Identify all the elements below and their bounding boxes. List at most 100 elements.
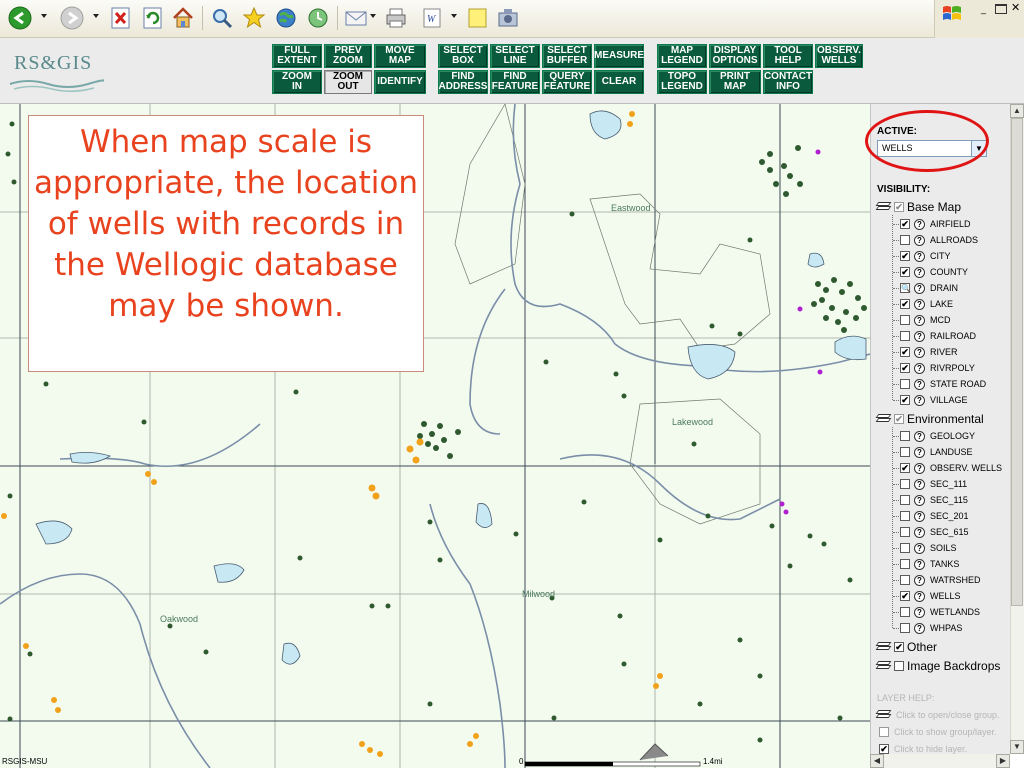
layer-checkbox[interactable]: ✔	[900, 251, 910, 261]
layer-group-environmental[interactable]: ✔ Environmental	[875, 411, 984, 427]
active-layer-select[interactable]: WELLS ▼	[877, 140, 987, 157]
layer-checkbox[interactable]	[900, 315, 910, 325]
help-question-icon[interactable]: ?	[914, 346, 925, 358]
close-icon[interactable]: ✕	[1011, 1, 1020, 14]
layer-item[interactable]: ? STATE ROAD	[893, 376, 986, 392]
move-map-button[interactable]: MOVE MAP	[374, 44, 426, 68]
help-question-icon[interactable]: ?	[914, 622, 925, 634]
home-icon[interactable]	[169, 4, 197, 32]
zoom-out-button[interactable]: ZOOM OUT	[324, 70, 372, 94]
help-question-icon[interactable]: ?	[914, 314, 925, 326]
contact-info-button[interactable]: CONTACT INFO	[763, 70, 813, 94]
chevron-down-icon[interactable]: ▼	[971, 141, 986, 156]
layer-checkbox[interactable]	[900, 623, 910, 633]
layer-checkbox[interactable]	[900, 511, 910, 521]
edit-dropdown-icon[interactable]	[451, 14, 457, 18]
layer-item[interactable]: ✔? CITY	[893, 248, 951, 264]
layer-item[interactable]: ? RAILROAD	[893, 328, 976, 344]
help-question-icon[interactable]: ?	[914, 526, 925, 538]
layer-checkbox[interactable]: ✔	[900, 463, 910, 473]
layer-checkbox[interactable]: ✔	[900, 267, 910, 277]
help-question-icon[interactable]: ?	[914, 478, 925, 490]
layer-item[interactable]: ? SEC_615	[893, 524, 969, 540]
forward-arrow-icon[interactable]	[58, 4, 86, 32]
mail-dropdown-icon[interactable]	[370, 14, 376, 18]
layer-checkbox[interactable]	[900, 235, 910, 245]
favorites-star-icon[interactable]	[240, 4, 268, 32]
help-question-icon[interactable]: ?	[914, 282, 925, 294]
scrollbar-thumb[interactable]	[1011, 118, 1023, 606]
help-question-icon[interactable]: ?	[914, 590, 925, 602]
edit-word-icon[interactable]: W	[418, 4, 446, 32]
layer-item[interactable]: ? LANDUSE	[893, 444, 973, 460]
layer-checkbox[interactable]	[900, 479, 910, 489]
help-question-icon[interactable]: ?	[914, 234, 925, 246]
search-icon[interactable]	[208, 4, 236, 32]
help-question-icon[interactable]: ?	[914, 298, 925, 310]
layer-checkbox[interactable]: 🔍	[900, 283, 911, 293]
help-question-icon[interactable]: ?	[914, 446, 925, 458]
layer-item[interactable]: ✔? RIVER	[893, 344, 958, 360]
layer-item[interactable]: ? WHPAS	[893, 620, 962, 636]
layer-item[interactable]: ✔? COUNTY	[893, 264, 968, 280]
layer-checkbox[interactable]	[900, 495, 910, 505]
layer-item[interactable]: ? GEOLOGY	[893, 428, 975, 444]
map-legend-button[interactable]: MAP LEGEND	[657, 44, 707, 68]
horizontal-scrollbar[interactable]	[870, 754, 1010, 768]
layer-group-icon[interactable]	[875, 413, 892, 425]
layer-item[interactable]: ? ALLROADS	[893, 232, 978, 248]
zoom-in-button[interactable]: ZOOM IN	[272, 70, 322, 94]
help-question-icon[interactable]: ?	[914, 430, 925, 442]
stop-icon[interactable]	[107, 4, 135, 32]
refresh-icon[interactable]	[139, 4, 167, 32]
group-checkbox[interactable]: ✔	[894, 642, 904, 652]
layer-checkbox[interactable]: ✔	[900, 395, 910, 405]
group-checkbox[interactable]: ✔	[894, 202, 904, 212]
select-line-button[interactable]: SELECT LINE	[490, 44, 540, 68]
layer-group-icon[interactable]	[875, 660, 892, 672]
layer-checkbox[interactable]: ✔	[900, 591, 910, 601]
layer-checkbox[interactable]: ✔	[900, 363, 910, 373]
layer-checkbox[interactable]	[900, 331, 910, 341]
full-extent-button[interactable]: FULL EXTENT	[272, 44, 322, 68]
layer-checkbox[interactable]	[900, 575, 910, 585]
topo-legend-button[interactable]: TOPO LEGEND	[657, 70, 707, 94]
layer-item[interactable]: ? SEC_201	[893, 508, 969, 524]
media-globe-icon[interactable]	[272, 4, 300, 32]
help-question-icon[interactable]: ?	[914, 378, 925, 390]
layer-group-base-map[interactable]: ✔ Base Map	[875, 199, 961, 215]
layer-checkbox[interactable]	[900, 559, 910, 569]
layer-checkbox[interactable]	[900, 527, 910, 537]
help-question-icon[interactable]: ?	[914, 330, 925, 342]
layer-checkbox[interactable]	[900, 543, 910, 553]
help-question-icon[interactable]: ?	[914, 606, 925, 618]
query-feature-button[interactable]: QUERY FEATURE	[542, 70, 592, 94]
layer-checkbox[interactable]	[900, 607, 910, 617]
scroll-down-icon[interactable]: ▼	[1010, 740, 1024, 754]
layer-item[interactable]: ✔? RIVRPOLY	[893, 360, 975, 376]
display-options-button[interactable]: DISPLAY OPTIONS	[709, 44, 761, 68]
layer-group-image-backdrops[interactable]: Image Backdrops	[875, 658, 1000, 674]
forward-dropdown-icon[interactable]	[93, 14, 99, 18]
messenger-icon[interactable]	[494, 4, 522, 32]
help-question-icon[interactable]: ?	[914, 266, 925, 278]
layer-checkbox[interactable]	[900, 379, 910, 389]
layer-group-other[interactable]: ✔ Other	[875, 639, 937, 655]
help-question-icon[interactable]: ?	[914, 362, 925, 374]
clear-button[interactable]: CLEAR	[594, 70, 644, 94]
scroll-left-icon[interactable]: ◀	[870, 754, 884, 768]
select-buffer-button[interactable]: SELECT BUFFER	[542, 44, 592, 68]
layer-group-icon[interactable]	[875, 641, 892, 653]
help-question-icon[interactable]: ?	[914, 394, 925, 406]
layer-checkbox[interactable]	[900, 431, 910, 441]
minimize-icon[interactable]: _	[981, 4, 993, 14]
measure-button[interactable]: MEASURE	[594, 44, 644, 68]
print-icon[interactable]	[382, 4, 410, 32]
group-checkbox[interactable]: ✔	[894, 414, 904, 424]
layer-item[interactable]: ? TANKS	[893, 556, 959, 572]
layer-item[interactable]: 🔍? DRAIN	[893, 280, 958, 296]
restore-icon[interactable]	[995, 4, 1007, 14]
select-box-button[interactable]: SELECT BOX	[438, 44, 488, 68]
history-icon[interactable]	[304, 4, 332, 32]
prev-zoom-button[interactable]: PREV ZOOM	[324, 44, 372, 68]
